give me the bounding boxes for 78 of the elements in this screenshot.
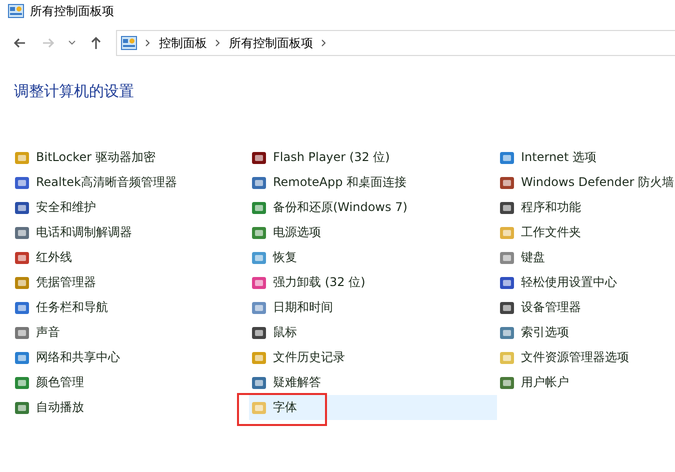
window-title: 所有控制面板项 bbox=[30, 2, 114, 20]
control-panel-item[interactable]: 声音 bbox=[12, 320, 249, 345]
item-label: Realtek高清晰音频管理器 bbox=[36, 174, 177, 191]
item-label: 电源选项 bbox=[273, 224, 321, 241]
chevron-icon bbox=[215, 39, 221, 47]
control-panel-item[interactable]: 文件历史记录 bbox=[249, 345, 497, 370]
control-panel-item[interactable]: 电源选项 bbox=[249, 220, 497, 245]
control-panel-item[interactable]: 任务栏和导航 bbox=[12, 295, 249, 320]
control-panel-item[interactable]: 备份和还原(Windows 7) bbox=[249, 195, 497, 220]
item-label: 红外线 bbox=[36, 249, 72, 266]
control-panel-item[interactable]: 电话和调制解调器 bbox=[12, 220, 249, 245]
item-label: 轻松使用设置中心 bbox=[521, 274, 617, 291]
item-label: BitLocker 驱动器加密 bbox=[36, 149, 156, 166]
item-label: 强力卸载 (32 位) bbox=[273, 274, 366, 291]
item-label: 自动播放 bbox=[36, 399, 84, 416]
chevron-icon bbox=[321, 39, 327, 47]
item-label: 备份和还原(Windows 7) bbox=[273, 199, 408, 216]
item-label: 日期和时间 bbox=[273, 299, 333, 316]
control-panel-item[interactable]: 红外线 bbox=[12, 245, 249, 270]
item-label: 颜色管理 bbox=[36, 374, 84, 391]
caret-icon bbox=[68, 40, 76, 46]
control-panel-item[interactable]: 轻松使用设置中心 bbox=[497, 270, 675, 295]
item-label: 程序和功能 bbox=[521, 199, 581, 216]
control-panel-item[interactable]: 索引选项 bbox=[497, 320, 675, 345]
control-panel-item[interactable]: 疑难解答 bbox=[249, 370, 497, 395]
breadcrumb[interactable]: 控制面板 bbox=[159, 34, 207, 52]
control-panel-item[interactable]: 用户帐户 bbox=[497, 370, 675, 395]
item-label: 鼠标 bbox=[273, 324, 297, 341]
control-panel-item[interactable]: Internet 选项 bbox=[497, 145, 675, 170]
control-panel-icon bbox=[8, 4, 24, 18]
item-label: 安全和维护 bbox=[36, 199, 96, 216]
control-panel-item[interactable]: Flash Player (32 位) bbox=[249, 145, 497, 170]
control-panel-item[interactable]: 工作文件夹 bbox=[497, 220, 675, 245]
item-label: 用户帐户 bbox=[521, 374, 569, 391]
control-panel-item[interactable]: 文件资源管理器选项 bbox=[497, 345, 675, 370]
control-panel-item[interactable]: 字体 bbox=[249, 395, 497, 420]
breadcrumb[interactable]: 所有控制面板项 bbox=[229, 34, 313, 52]
item-label: 字体 bbox=[273, 399, 297, 416]
control-panel-item[interactable]: 自动播放 bbox=[12, 395, 249, 420]
item-label: 工作文件夹 bbox=[521, 224, 581, 241]
up-arrow-icon bbox=[89, 36, 103, 50]
item-label: 文件历史记录 bbox=[273, 349, 345, 366]
control-panel-item[interactable]: Realtek高清晰音频管理器 bbox=[12, 170, 249, 195]
control-panel-item[interactable]: 颜色管理 bbox=[12, 370, 249, 395]
control-panel-icon bbox=[121, 36, 137, 50]
item-label: 网络和共享中心 bbox=[36, 349, 120, 366]
chevron-icon bbox=[145, 39, 151, 47]
item-label: 恢复 bbox=[273, 249, 297, 266]
control-panel-item[interactable]: 网络和共享中心 bbox=[12, 345, 249, 370]
control-panel-item[interactable]: BitLocker 驱动器加密 bbox=[12, 145, 249, 170]
item-label: Windows Defender 防火墙 bbox=[521, 174, 674, 191]
item-label: 索引选项 bbox=[521, 324, 569, 341]
back-arrow-icon bbox=[13, 36, 27, 50]
control-panel-item[interactable]: 设备管理器 bbox=[497, 295, 675, 320]
item-label: 键盘 bbox=[521, 249, 545, 266]
item-label: 设备管理器 bbox=[521, 299, 581, 316]
address-bar[interactable]: 控制面板 所有控制面板项 bbox=[116, 30, 675, 56]
item-label: 电话和调制解调器 bbox=[36, 224, 132, 241]
control-panel-item[interactable]: 日期和时间 bbox=[249, 295, 497, 320]
item-label: Flash Player (32 位) bbox=[273, 149, 390, 166]
item-label: 文件资源管理器选项 bbox=[521, 349, 629, 366]
item-label: Internet 选项 bbox=[521, 149, 596, 166]
control-panel-item[interactable]: 强力卸载 (32 位) bbox=[249, 270, 497, 295]
control-panel-item[interactable]: 鼠标 bbox=[249, 320, 497, 345]
forward-arrow-icon bbox=[41, 36, 55, 50]
page-heading: 调整计算机的设置 bbox=[14, 82, 135, 101]
control-panel-item[interactable]: Windows Defender 防火墙 bbox=[497, 170, 675, 195]
item-label: 任务栏和导航 bbox=[36, 299, 108, 316]
control-panel-item[interactable]: 凭据管理器 bbox=[12, 270, 249, 295]
item-label: 声音 bbox=[36, 324, 60, 341]
item-label: 凭据管理器 bbox=[36, 274, 96, 291]
control-panel-item[interactable]: RemoteApp 和桌面连接 bbox=[249, 170, 497, 195]
control-panel-item[interactable]: 程序和功能 bbox=[497, 195, 675, 220]
item-label: 疑难解答 bbox=[273, 374, 321, 391]
control-panel-item[interactable]: 键盘 bbox=[497, 245, 675, 270]
control-panel-item[interactable]: 恢复 bbox=[249, 245, 497, 270]
control-panel-item[interactable]: 安全和维护 bbox=[12, 195, 249, 220]
item-label: RemoteApp 和桌面连接 bbox=[273, 174, 407, 191]
